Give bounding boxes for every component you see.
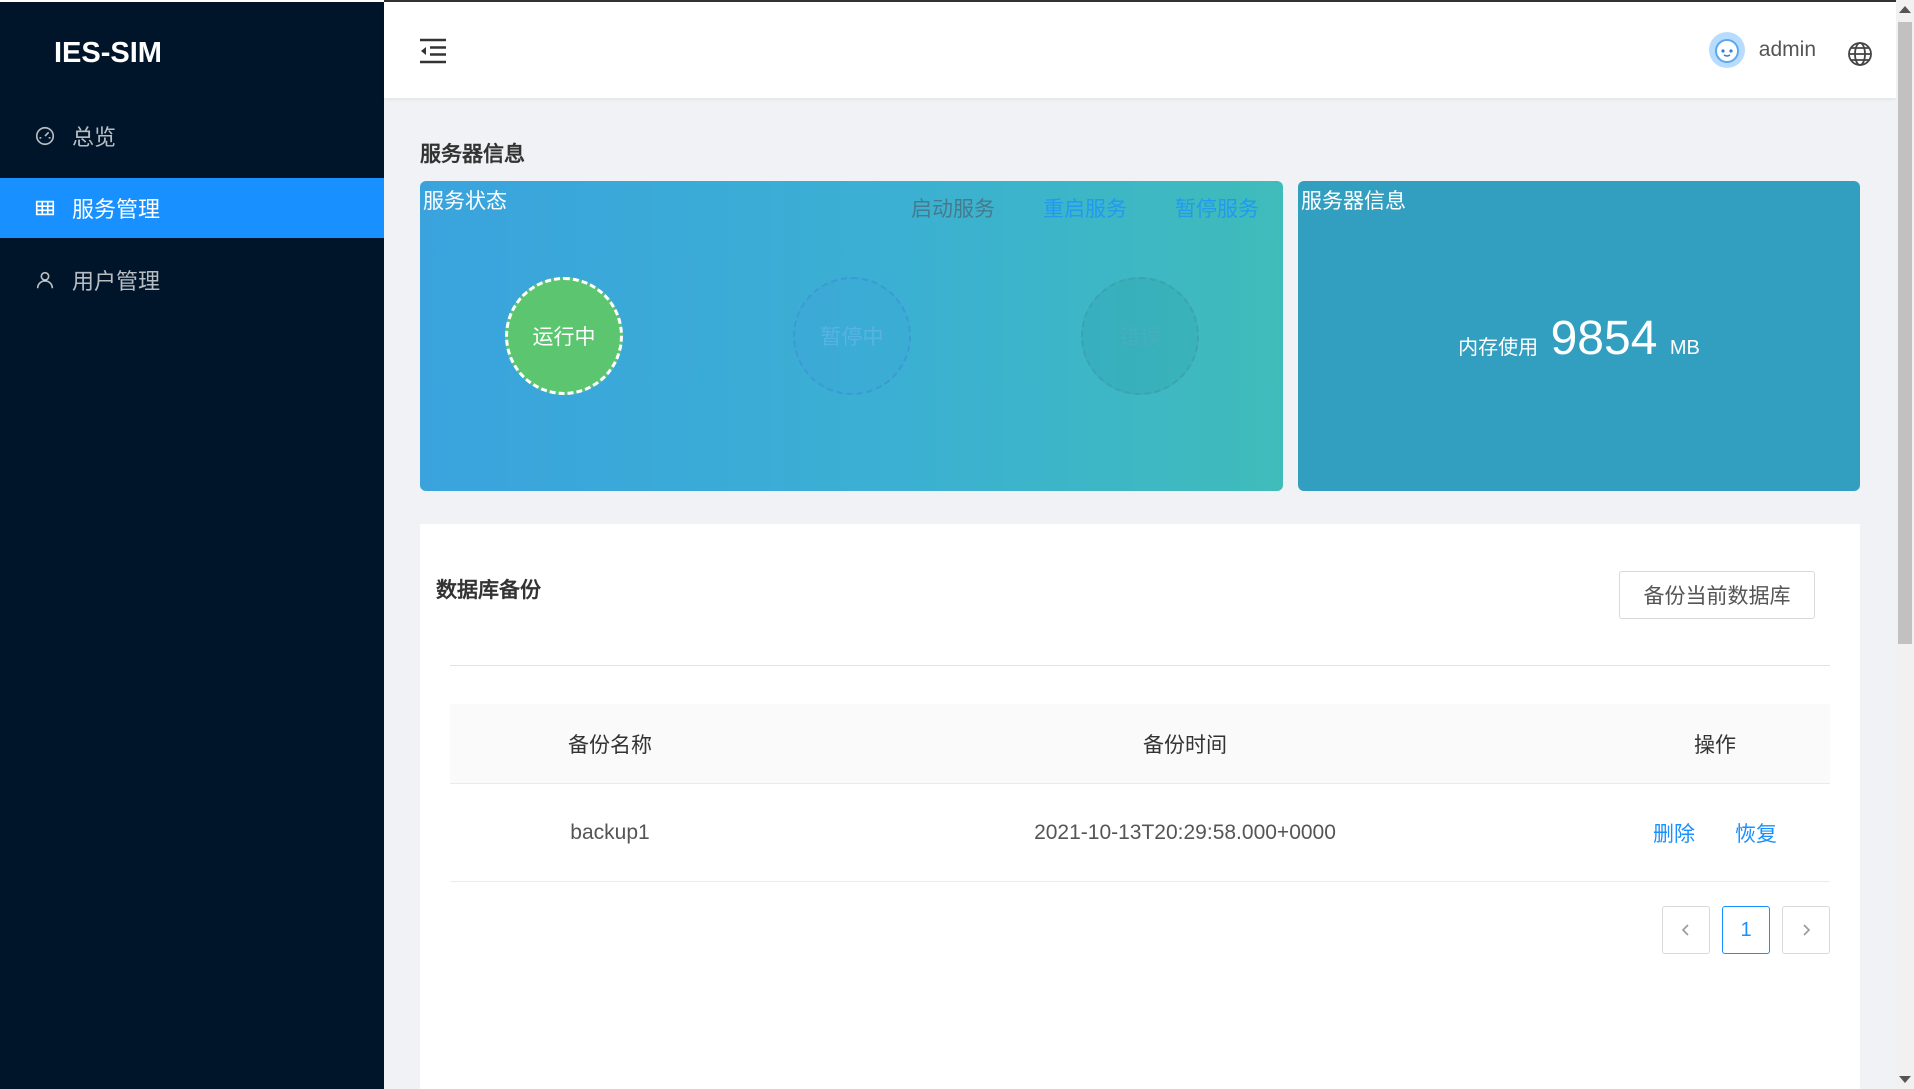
stop-service-button[interactable]: 暂停服务 xyxy=(1175,193,1259,223)
next-page-button[interactable] xyxy=(1782,906,1830,954)
memory-usage: 内存使用 9854 MB xyxy=(1298,311,1860,366)
column-header-time: 备份时间 xyxy=(1143,733,1227,757)
sidebar-item-label: 服务管理 xyxy=(72,197,161,222)
status-error: 错误 xyxy=(1081,277,1199,395)
server-info-card: 服务器信息 内存使用 9854 MB xyxy=(1298,181,1860,491)
sidebar-item-label: 总览 xyxy=(72,125,117,150)
top-border xyxy=(0,0,384,2)
table-header: 备份名称 备份时间 操作 xyxy=(450,704,1830,784)
sidebar-item-service-management[interactable]: 服务管理 xyxy=(0,178,384,238)
scrollbar-thumb[interactable] xyxy=(1898,22,1912,644)
memory-value: 9854 xyxy=(1550,312,1658,365)
menu-fold-icon[interactable] xyxy=(418,38,448,64)
card-title: 服务器信息 xyxy=(1301,190,1406,213)
sidebar: IES-SIM 总览 服务管理 用户管理 xyxy=(0,0,384,1089)
chevron-left-icon xyxy=(1681,924,1689,936)
username: admin xyxy=(1758,38,1816,61)
memory-unit: MB xyxy=(1669,337,1700,359)
sidebar-item-label: 用户管理 xyxy=(72,269,161,294)
scroll-down-icon[interactable] xyxy=(1899,1076,1911,1083)
top-header: admin xyxy=(384,0,1896,98)
memory-label: 内存使用 xyxy=(1458,337,1539,359)
restore-backup-link[interactable]: 恢复 xyxy=(1735,818,1777,848)
status-actions: 启动服务 重启服务 暂停服务 xyxy=(911,193,1259,223)
sidebar-item-overview[interactable]: 总览 xyxy=(0,106,384,166)
table-row: backup1 2021-10-13T20:29:58.000+0000 删除 … xyxy=(450,784,1830,882)
scroll-up-icon[interactable] xyxy=(1899,6,1911,13)
start-service-button[interactable]: 启动服务 xyxy=(911,193,995,223)
status-running: 运行中 xyxy=(505,277,623,395)
divider xyxy=(450,665,1830,666)
restart-service-button[interactable]: 重启服务 xyxy=(1043,193,1127,223)
prev-page-button[interactable] xyxy=(1662,906,1710,954)
column-header-name: 备份名称 xyxy=(568,733,652,757)
user-menu[interactable]: admin xyxy=(1708,32,1816,68)
column-header-op-label: 操作 xyxy=(1694,733,1736,757)
user-icon xyxy=(36,271,54,289)
pagination: 1 xyxy=(1662,906,1830,954)
delete-backup-link[interactable]: 删除 xyxy=(1653,818,1695,848)
column-header-op: 操作 xyxy=(1600,729,1830,759)
backup-database-button[interactable]: 备份当前数据库 xyxy=(1619,571,1815,619)
table-icon xyxy=(35,200,55,216)
status-paused: 暂停中 xyxy=(793,277,911,395)
card-title: 服务状态 xyxy=(423,190,507,213)
backup-table: 备份名称 备份时间 操作 backup1 2021-10-13T20:29:58… xyxy=(450,704,1830,882)
app-logo: IES-SIM xyxy=(54,36,162,69)
backup-actions-cell: 删除 恢复 xyxy=(1600,818,1830,848)
section-title: 服务器信息 xyxy=(420,143,525,166)
globe-icon[interactable] xyxy=(1846,40,1874,68)
page-1-button[interactable]: 1 xyxy=(1722,906,1770,954)
database-backup-panel: 数据库备份 备份当前数据库 备份名称 备份时间 操作 backup1 2021-… xyxy=(420,524,1860,1089)
backup-time-cell: 2021-10-13T20:29:58.000+0000 xyxy=(1034,820,1336,844)
service-status-card: 服务状态 启动服务 重启服务 暂停服务 运行中 暂停中 错误 xyxy=(420,181,1283,491)
dashboard-icon xyxy=(35,126,55,146)
sidebar-item-user-management[interactable]: 用户管理 xyxy=(0,250,384,310)
panel-title: 数据库备份 xyxy=(436,579,541,602)
avatar xyxy=(1708,32,1745,68)
chevron-right-icon xyxy=(1803,924,1811,936)
backup-name-cell: backup1 xyxy=(570,820,650,844)
avatar-face-icon xyxy=(1714,39,1739,63)
